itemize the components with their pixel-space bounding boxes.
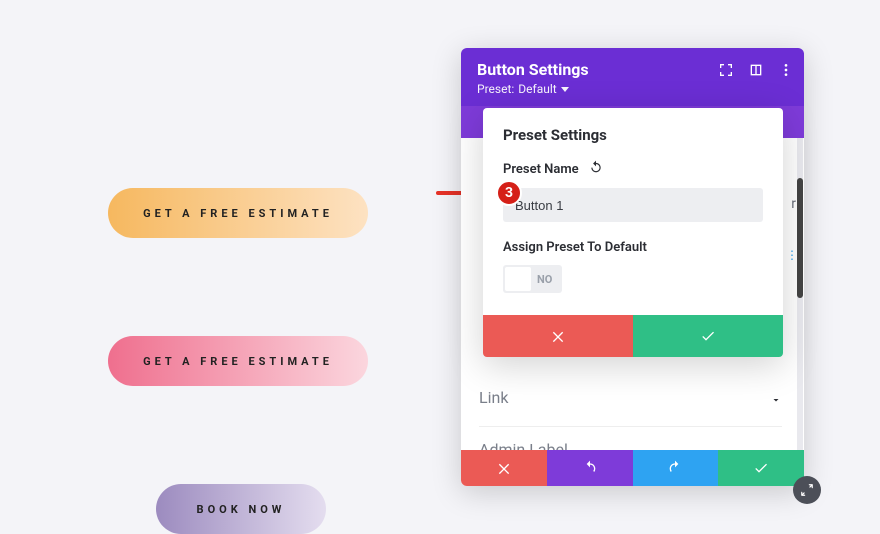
preview-button-3-label: BOOK NOW: [197, 503, 286, 516]
preview-button-2[interactable]: GET A FREE ESTIMATE: [108, 336, 368, 386]
preview-button-2-label: GET A FREE ESTIMATE: [143, 355, 333, 368]
preview-button-1-label: GET A FREE ESTIMATE: [143, 207, 333, 220]
layout-icon[interactable]: [748, 62, 764, 78]
caret-down-icon: [561, 87, 569, 92]
panel-preset-name: Default: [518, 82, 556, 96]
section-label-link: Link: [479, 388, 508, 407]
preset-name-input[interactable]: [503, 188, 763, 222]
toggle-text: NO: [533, 273, 562, 286]
callout-badge-number: 3: [505, 185, 513, 201]
panel-preset-line[interactable]: Preset: Default: [477, 82, 788, 96]
popover-action-bar: [483, 315, 783, 357]
scrollbar-thumb[interactable]: [797, 178, 803, 298]
toggle-knob: [505, 267, 531, 291]
preview-button-1[interactable]: GET A FREE ESTIMATE: [108, 188, 368, 238]
panel-preset-prefix: Preset:: [477, 82, 514, 96]
preset-name-label: Preset Name: [503, 162, 579, 177]
assign-default-label: Assign Preset To Default: [503, 240, 763, 255]
redo-button[interactable]: [633, 450, 719, 486]
more-icon[interactable]: [778, 62, 794, 78]
popover-cancel-button[interactable]: [483, 315, 633, 357]
preview-button-3[interactable]: BOOK NOW: [156, 484, 326, 534]
popover-title: Preset Settings: [503, 126, 763, 144]
popover-confirm-button[interactable]: [633, 315, 783, 357]
undo-button[interactable]: [547, 450, 633, 486]
callout-badge: 3: [496, 180, 522, 206]
resize-handle[interactable]: [793, 476, 821, 504]
delete-button[interactable]: [461, 450, 547, 486]
preset-name-label-row: Preset Name: [503, 160, 763, 178]
expand-icon[interactable]: [718, 62, 734, 78]
preset-popover: Preset Settings Preset Name Assign Prese…: [483, 108, 783, 357]
assign-default-toggle[interactable]: NO: [503, 265, 562, 293]
confirm-button[interactable]: [718, 450, 804, 486]
panel-header: Button Settings Preset: Default: [461, 48, 804, 106]
section-row-link[interactable]: Link: [479, 374, 782, 420]
panel-action-bar: [461, 450, 804, 486]
reset-icon[interactable]: [589, 160, 603, 178]
chevron-down-icon: [770, 391, 782, 403]
